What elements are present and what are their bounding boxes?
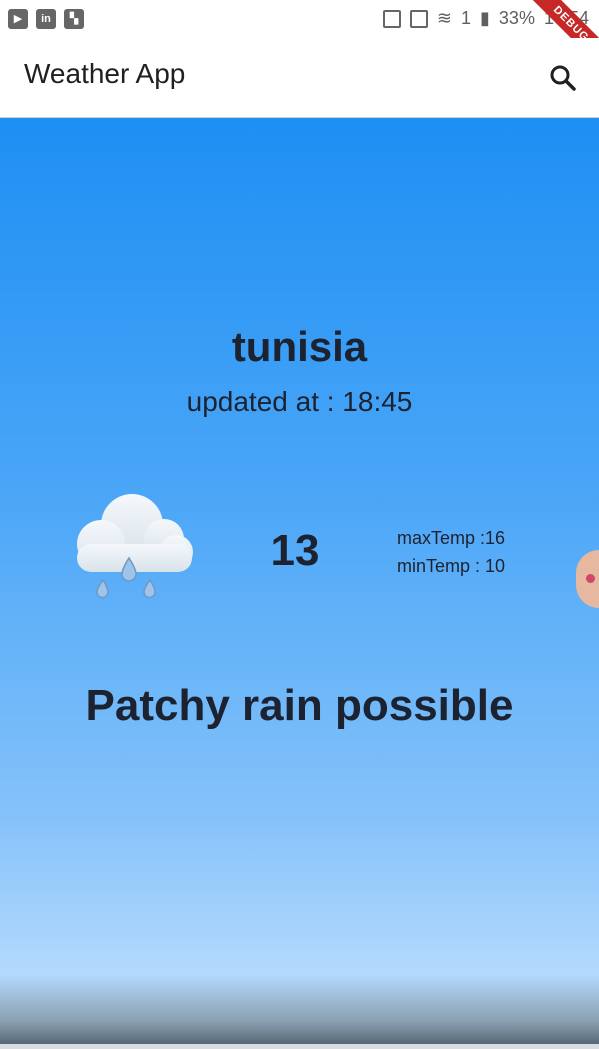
floating-side-handle[interactable] [576, 550, 599, 608]
wifi-icon: ≋ [436, 8, 452, 28]
app-title: Weather App [24, 58, 186, 89]
search-icon [550, 65, 576, 91]
side-handle-dot [586, 574, 595, 583]
temperature-range: maxTemp :16 minTemp : 10 [397, 524, 505, 580]
battery-percent: 33% [498, 8, 535, 28]
current-temperature: 13 [270, 526, 320, 575]
signal-icon: ▮ [480, 8, 490, 28]
app-bar: Weather App [0, 38, 599, 118]
weather-content: tunisia updated at : 18:45 13 maxTemp:1… [0, 118, 599, 1049]
search-button[interactable] [547, 62, 579, 94]
flipboard-icon: ▚ [64, 9, 84, 29]
weather-condition: Patchy rain possible [85, 681, 514, 730]
video-icon: ▶ [8, 9, 28, 29]
updated-time: updated at : 18:45 [186, 386, 413, 417]
cast-icon [409, 9, 428, 28]
min-temperature: minTemp : 10 [397, 556, 506, 576]
max-temperature: maxTemp :16 [397, 528, 506, 548]
weather-app-screen: ▶ in ▚ ≋ 1 ▮ 33% 18:54 DEBUG Weather App… [0, 0, 599, 1049]
status-bar-left: ▶ in ▚ [8, 9, 84, 29]
cloud-rain-icon [77, 494, 193, 599]
status-bar: ▶ in ▚ ≋ 1 ▮ 33% 18:54 DEBUG [0, 0, 599, 74]
sim-indicator: 1 [461, 8, 472, 28]
linkedin-icon: in [36, 9, 56, 29]
city-name: tunisia [231, 323, 368, 370]
battery-saver-icon [382, 9, 401, 28]
bottom-nav-edge [0, 1044, 599, 1049]
